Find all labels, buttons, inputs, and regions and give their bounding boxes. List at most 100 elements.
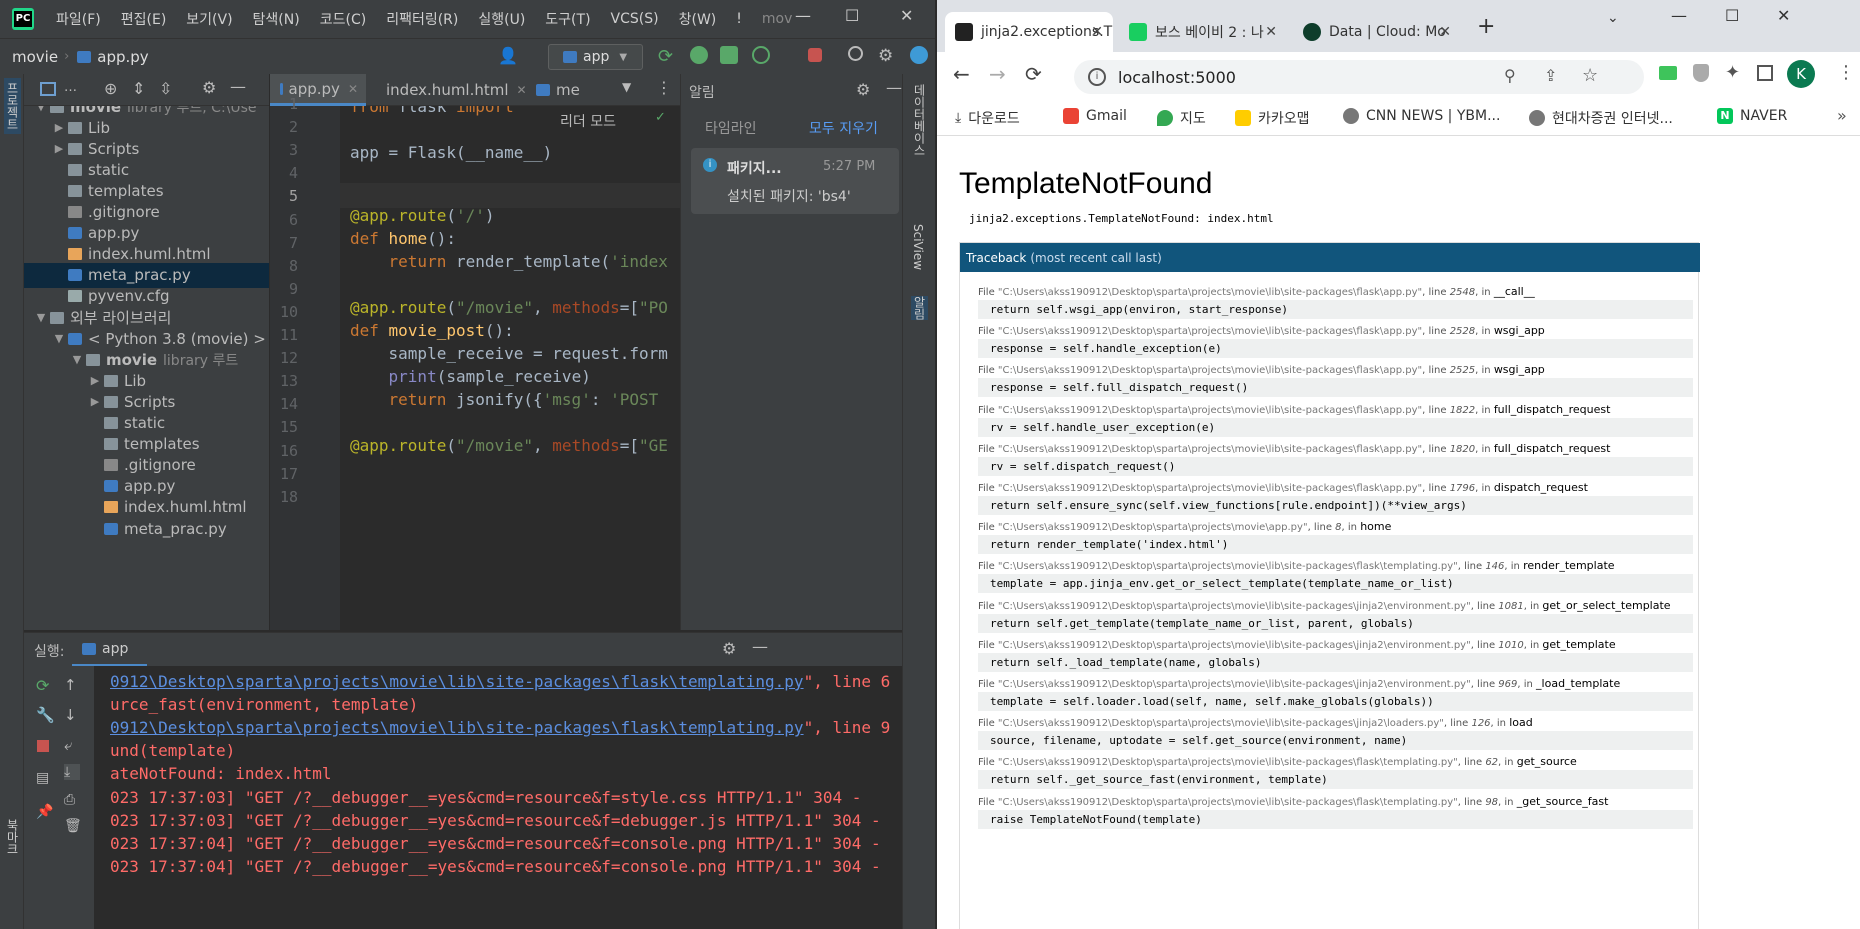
side-panel-icon[interactable] [1757,65,1773,81]
close-icon[interactable]: ✕ [1777,6,1790,25]
reload-icon[interactable]: ⟳ [1025,62,1042,86]
browser-tab-jinja[interactable]: jinja2.exceptions.T ✕ [945,12,1113,52]
frame-code[interactable]: return self.wsgi_app(environ, start_resp… [978,300,1693,319]
database-tool-tab[interactable]: 데이터베이스 [911,84,928,156]
menu-vcs[interactable]: VCS(S) [611,11,659,27]
settings-icon[interactable]: ⚙ [202,78,216,97]
menu-help[interactable]: ! [736,11,742,27]
stop-icon[interactable] [808,48,822,62]
frame-code[interactable]: template = self.loader.load(self, name, … [978,692,1693,711]
tree-item[interactable]: meta_prac.py [24,516,269,541]
menu-window[interactable]: 창(W) [679,9,717,29]
run-tab-app[interactable]: app [72,633,147,667]
more-icon[interactable]: ⋮ [1837,62,1855,83]
profile-avatar[interactable]: K [1787,60,1815,88]
frame-code[interactable]: template = app.jinja_env.get_or_select_t… [978,574,1693,594]
chevron-right-icon[interactable]: ▶ [88,374,102,387]
menu-tools[interactable]: 도구(T) [545,9,590,29]
tab-search-icon[interactable]: ⌄ [1607,10,1619,26]
arrow-down-icon[interactable]: ↓ [64,706,80,724]
new-tab-icon[interactable]: + [1477,14,1495,39]
close-tab-icon[interactable]: ✕ [348,82,358,96]
print-icon[interactable]: ⎙ [64,792,80,808]
tab-index-huml[interactable]: index.huml.html ✕ [370,74,527,106]
site-info-icon[interactable]: i [1088,68,1106,86]
bookmark-naver[interactable]: N NAVER [1717,108,1787,124]
collapse-all-icon[interactable]: ⇳ [159,79,172,98]
close-tab-icon[interactable]: ✕ [1091,24,1103,40]
frame-code[interactable]: return self.ensure_sync(self.view_functi… [978,496,1693,515]
search-icon[interactable] [848,46,863,61]
scroll-to-end-icon[interactable]: ⤓ [64,764,80,780]
rerun-icon[interactable]: ⟳ [658,46,676,67]
browser-tab-mongo[interactable]: Data | Cloud: Mo ✕ [1293,12,1461,52]
bookmark-downloads[interactable]: ⤓ 다운로드 [955,108,1020,128]
close-icon[interactable]: ✕ [900,6,913,25]
frame-code[interactable]: return self._load_template(name, globals… [978,652,1693,672]
settings-icon[interactable]: ⚙ [856,80,870,99]
arrow-up-icon[interactable]: ↑ [64,676,80,694]
sciview-tool-tab[interactable]: SciView [911,224,925,270]
menu-file[interactable]: 파일(F) [56,9,101,29]
menu-edit[interactable]: 편집(E) [121,9,167,29]
address-bar[interactable]: i localhost:5000 ⚲ ⇪ ☆ [1074,60,1644,94]
frame-code[interactable]: rv = self.handle_user_exception(e) [978,417,1693,437]
stop-icon[interactable] [37,740,49,752]
project-view-icon[interactable] [40,82,56,96]
soft-wrap-icon[interactable]: ⤶ [64,736,80,754]
bookmark-star-icon[interactable]: ☆ [1582,65,1598,86]
run-config-select[interactable]: app ▼ [548,44,643,70]
project-tool-tab[interactable]: 프로젝트 [4,78,21,134]
menu-code[interactable]: 코드(C) [320,9,366,29]
frame-code[interactable]: source, filename, uptodate = self.get_so… [978,731,1693,751]
code-editor[interactable]: from flask import app = Flask(__name__) … [340,106,680,630]
frame-code[interactable]: return render_template('index.html') [978,535,1693,555]
debug-icon[interactable] [690,46,708,64]
bookmark-hyundai[interactable]: 현대차증권 인터넷... [1529,108,1673,128]
update-icon[interactable] [910,46,928,64]
chevron-down-icon[interactable]: ▼ [52,332,66,345]
notification-card[interactable]: i 패키지... 5:27 PM 설치된 패키지: 'bs4' [691,148,899,214]
maximize-icon[interactable]: ☐ [1725,6,1739,25]
frame-code[interactable]: raise TemplateNotFound(template) [978,809,1693,829]
hide-icon[interactable]: — [886,78,902,97]
minimize-icon[interactable]: — [795,6,811,25]
menu-run[interactable]: 실행(U) [478,9,525,29]
breadcrumb-file[interactable]: app.py [97,48,148,66]
frame-code[interactable]: response = self.handle_exception(e) [978,339,1693,359]
hide-icon[interactable]: — [752,637,768,656]
chevron-right-icon[interactable]: ▶ [52,142,66,155]
menu-view[interactable]: 보기(V) [186,9,232,29]
browser-tab-boss-baby[interactable]: 보스 베이비 2 : 나 ✕ [1119,12,1287,52]
puzzle-icon[interactable]: ✦ [1725,62,1740,83]
run-console[interactable]: 0912\Desktop\sparta\projects\movie\lib\s… [94,666,902,929]
close-tab-icon[interactable]: ✕ [1265,24,1277,40]
bookmark-gmail[interactable]: Gmail [1063,108,1127,124]
frame-code[interactable]: rv = self.dispatch_request() [978,456,1693,476]
notifications-tool-tab[interactable]: 알림 [911,296,928,320]
rerun-icon[interactable]: ⟳ [36,676,52,695]
more-icon[interactable]: ⋮ [656,78,672,97]
clear-all-link[interactable]: 모두 지우기 [809,118,878,138]
minimize-icon[interactable]: — [1671,6,1687,25]
frame-code[interactable]: return self._get_source_fast(environment… [978,770,1693,790]
forward-icon[interactable]: → [989,62,1006,86]
back-icon[interactable]: ← [953,62,970,86]
console-file-link[interactable]: 0912\Desktop\sparta\projects\movie\lib\s… [110,672,804,691]
reader-mode-label[interactable]: 리더 모드 [560,111,616,131]
bookmarks-tool-tab[interactable]: 북마크 [4,819,21,855]
settings-icon[interactable]: ⚙ [722,639,736,658]
frame-code[interactable]: return self.get_template(template_name_o… [978,613,1693,633]
chevron-down-icon[interactable]: ▼ [622,80,631,94]
chevron-down-icon[interactable]: ▼ [70,353,84,366]
frame-code[interactable]: response = self.full_dispatch_request() [978,378,1693,398]
bookmark-kakaomap[interactable]: 카카오맵 [1235,108,1310,128]
more-bookmarks-icon[interactable]: » [1837,106,1847,125]
maximize-icon[interactable]: ☐ [845,6,859,25]
bookmark-cnn[interactable]: CNN NEWS | YBM... [1343,108,1500,124]
hide-icon[interactable]: — [230,77,246,96]
extension-icon[interactable] [1659,66,1677,80]
tab-meta-prac[interactable]: me [526,74,600,106]
chevron-down-icon[interactable]: ▼ [34,311,48,324]
breadcrumb-project[interactable]: movie [12,48,58,66]
